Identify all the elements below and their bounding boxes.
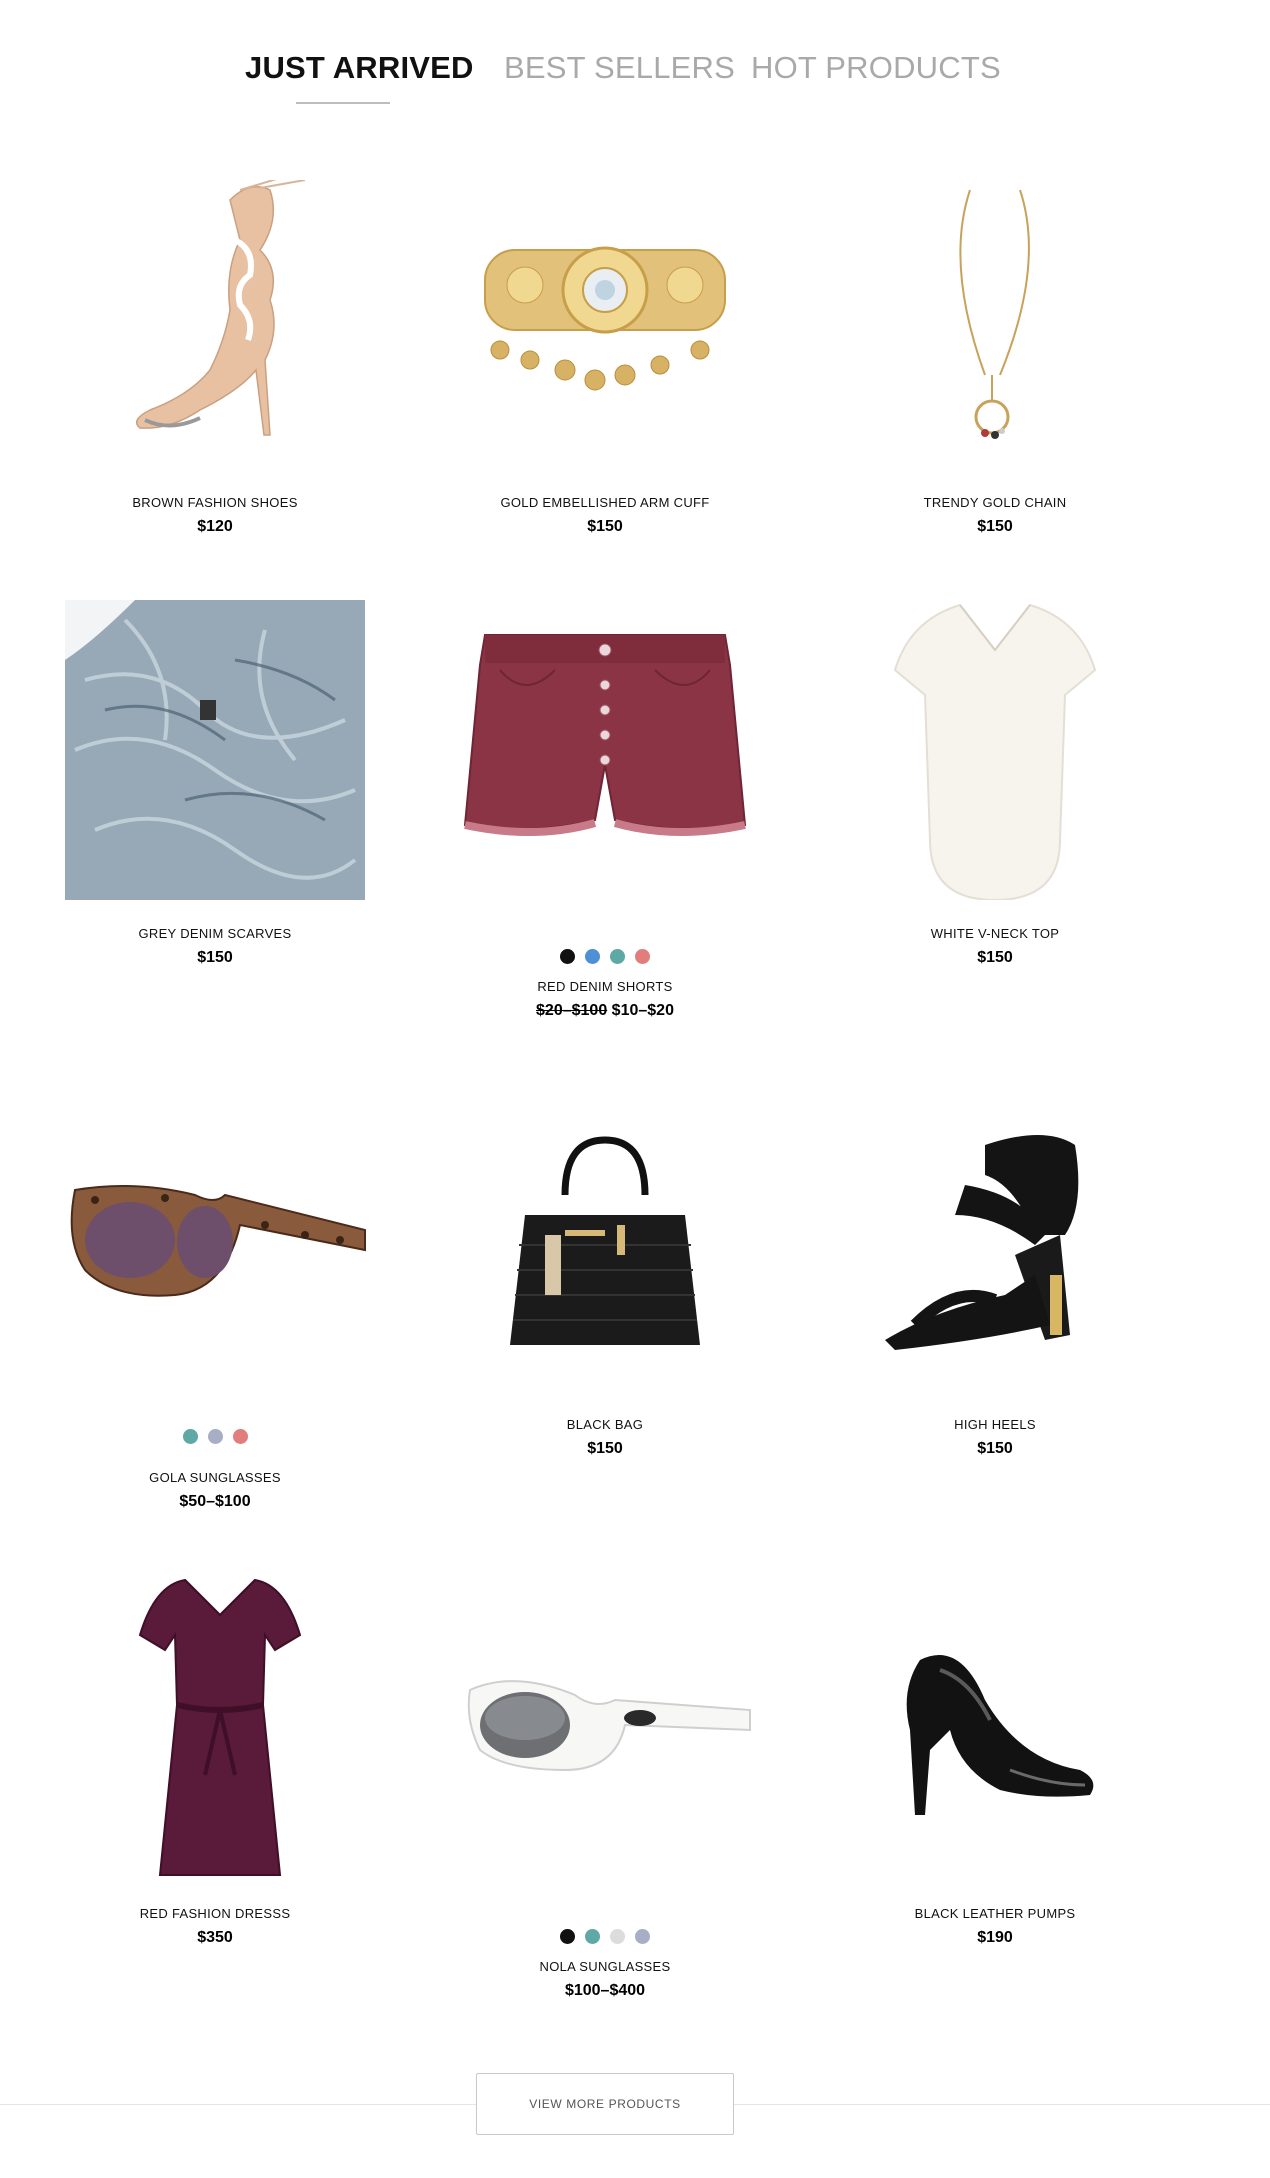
product-card[interactable]: WHITE V-NECK TOP $150 [800, 600, 1190, 1020]
product-price: $150 [587, 1440, 623, 1457]
product-image-black-leather-pumps[interactable] [890, 1640, 1100, 1820]
product-card[interactable]: GREY DENIM SCARVES $150 [20, 600, 410, 1020]
product-name[interactable]: BROWN FASHION SHOES [20, 495, 410, 510]
product-price: $150 [977, 518, 1013, 535]
product-name[interactable]: RED FASHION DRESSS [20, 1906, 410, 1921]
product-image-red-fashion-dress[interactable] [135, 1575, 305, 1880]
product-image-grey-denim-scarves[interactable] [65, 600, 365, 900]
product-price: $120 [197, 518, 233, 535]
product-image-white-v-neck-top[interactable] [890, 600, 1100, 900]
active-tab-underline [296, 102, 390, 104]
swatch-lavender[interactable] [635, 1929, 650, 1944]
view-more-products-button[interactable]: VIEW MORE PRODUCTS [476, 2073, 734, 2135]
color-swatches [20, 1429, 410, 1444]
product-card[interactable]: RED FASHION DRESSS $350 [20, 1570, 410, 1950]
product-card[interactable]: NOLA SUNGLASSES $100–$400 [410, 1570, 800, 2000]
product-price: $150 [977, 949, 1013, 966]
swatch-lavender[interactable] [207, 1429, 223, 1444]
tab-just-arrived[interactable]: JUST ARRIVED [245, 50, 474, 86]
swatch-teal[interactable] [585, 1929, 600, 1944]
swatch-black[interactable] [560, 949, 575, 964]
product-name[interactable]: HIGH HEELS [800, 1417, 1190, 1432]
swatch-teal[interactable] [182, 1429, 198, 1444]
product-price: $100–$400 [564, 1982, 646, 1999]
product-image-trendy-gold-chain[interactable] [940, 185, 1050, 455]
product-image-black-bag[interactable] [505, 1135, 705, 1355]
swatch-teal[interactable] [610, 949, 625, 964]
product-image-high-heels[interactable] [875, 1125, 1125, 1365]
product-card[interactable]: RED DENIM SHORTS $20–$100 $10–$20 [410, 600, 800, 1040]
tab-best-sellers[interactable]: BEST SELLERS [504, 50, 735, 86]
product-price: $190 [977, 1929, 1013, 1946]
product-tabs: JUST ARRIVED BEST SELLERS HOT PRODUCTS [0, 50, 1270, 120]
product-card[interactable]: GOLA SUNGLASSES $50–$100 [20, 1090, 410, 1520]
product-price: $150 [977, 1440, 1013, 1457]
product-card[interactable]: BLACK LEATHER PUMPS $190 [800, 1570, 1190, 1950]
color-swatches [410, 1929, 800, 1944]
product-card[interactable]: BLACK BAG $150 [410, 1090, 800, 1470]
product-name[interactable]: GREY DENIM SCARVES [20, 926, 410, 941]
product-price: $150 [587, 518, 623, 535]
swatch-coral[interactable] [232, 1429, 248, 1444]
product-image-nola-sunglasses[interactable] [465, 1670, 755, 1780]
color-swatches [410, 949, 800, 964]
product-image-red-denim-shorts[interactable] [455, 625, 755, 875]
sale-price: $10–$20 [611, 1002, 674, 1019]
swatch-black[interactable] [560, 1929, 575, 1944]
product-price: $50–$100 [179, 1493, 251, 1510]
product-card[interactable]: TRENDY GOLD CHAIN $150 [800, 170, 1190, 550]
swatch-blue[interactable] [585, 949, 600, 964]
swatch-light-grey[interactable] [610, 1929, 625, 1944]
product-price: $350 [197, 1929, 233, 1946]
product-name[interactable]: GOLD EMBELLISHED ARM CUFF [410, 495, 800, 510]
product-image-gola-sunglasses[interactable] [65, 1180, 375, 1310]
product-price: $20–$100 $10–$20 [410, 1002, 800, 1020]
product-price: $150 [197, 949, 233, 966]
product-name[interactable]: NOLA SUNGLASSES [410, 1959, 800, 1974]
product-name[interactable]: RED DENIM SHORTS [410, 979, 800, 994]
product-name[interactable]: WHITE V-NECK TOP [800, 926, 1190, 941]
product-image-gold-arm-cuff[interactable] [475, 230, 735, 410]
product-name[interactable]: BLACK BAG [410, 1417, 800, 1432]
product-card[interactable]: HIGH HEELS $150 [800, 1090, 1190, 1470]
swatch-coral[interactable] [635, 949, 650, 964]
product-name[interactable]: TRENDY GOLD CHAIN [800, 495, 1190, 510]
product-image-brown-fashion-shoes[interactable] [130, 180, 310, 450]
product-card[interactable]: GOLD EMBELLISHED ARM CUFF $150 [410, 170, 800, 550]
tab-hot-products[interactable]: HOT PRODUCTS [751, 50, 1001, 86]
old-price: $20–$100 [536, 1002, 608, 1019]
product-name[interactable]: GOLA SUNGLASSES [20, 1470, 410, 1485]
product-name[interactable]: BLACK LEATHER PUMPS [800, 1906, 1190, 1921]
product-card[interactable]: BROWN FASHION SHOES $120 [20, 170, 410, 550]
